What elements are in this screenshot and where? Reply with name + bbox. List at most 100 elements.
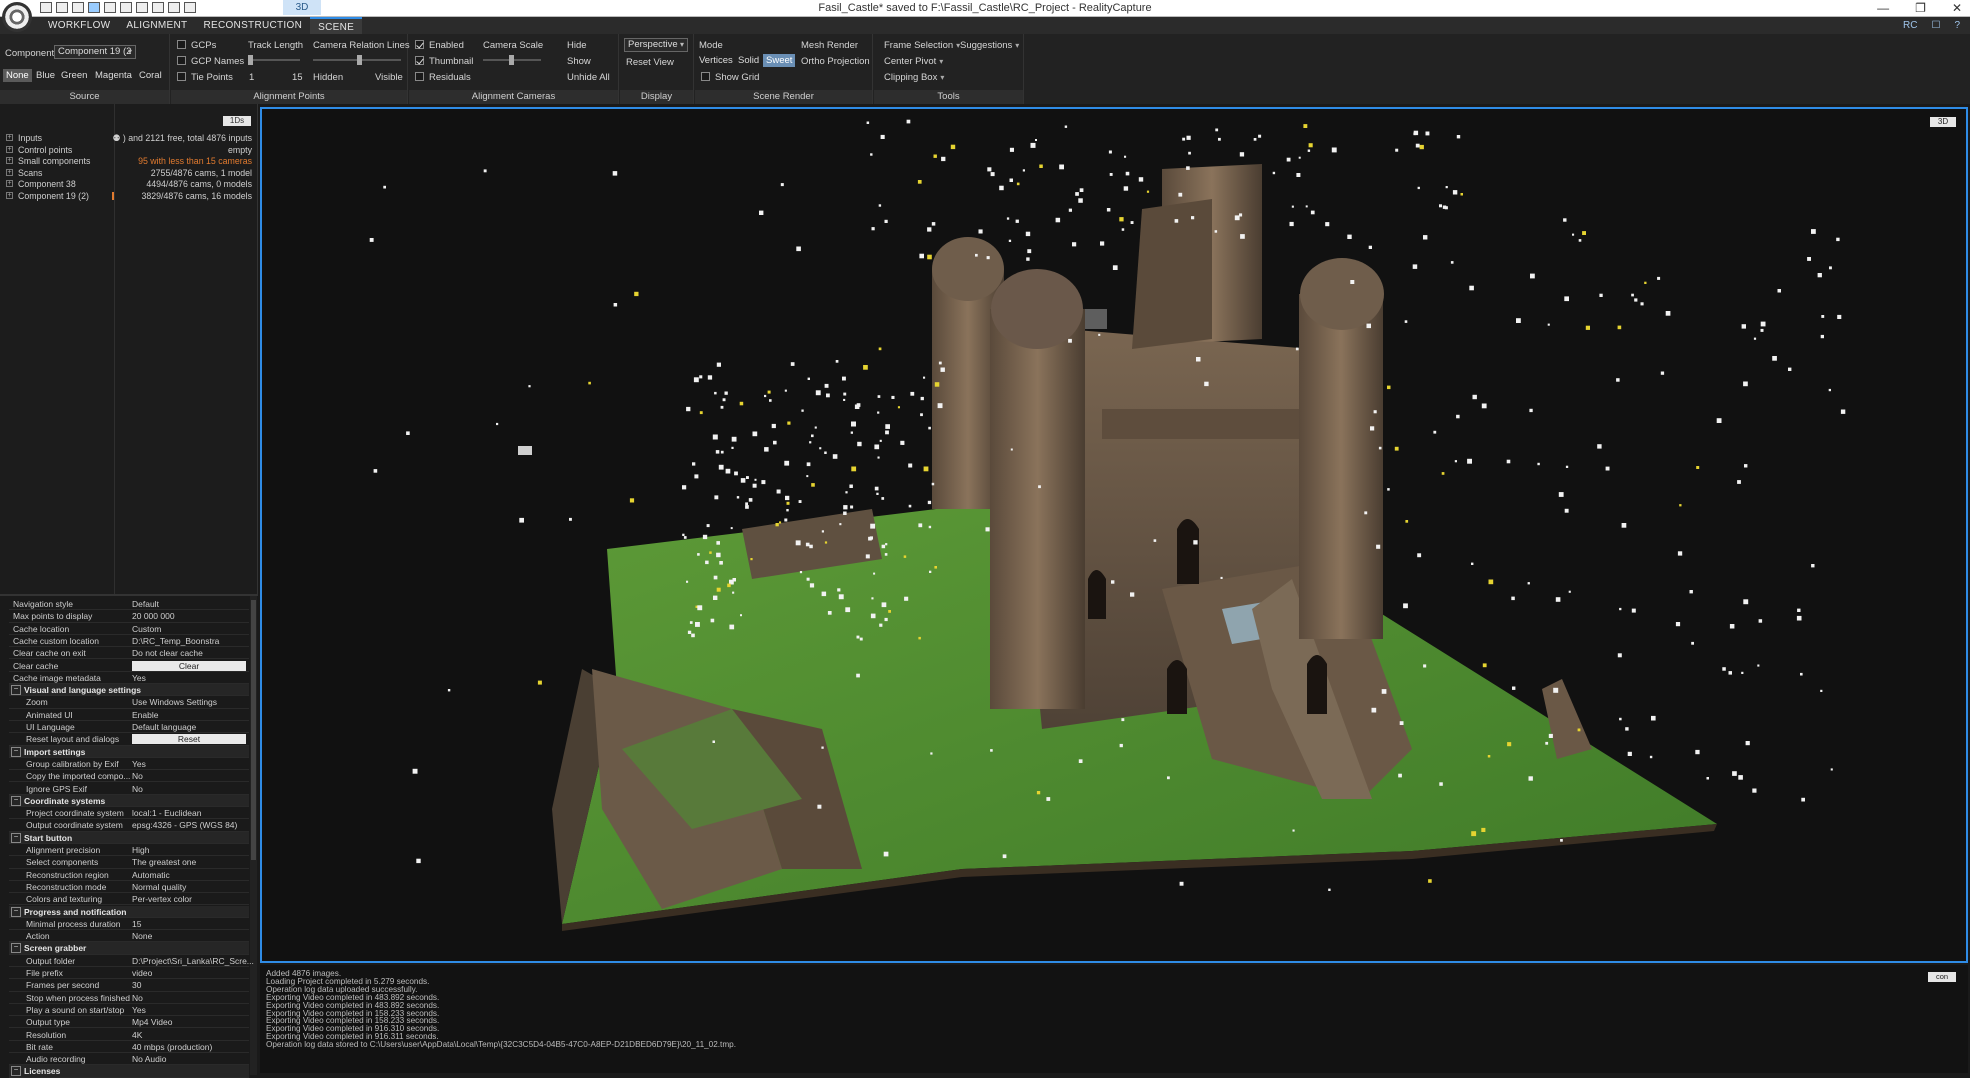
show-button[interactable]: Show xyxy=(567,56,591,67)
frame-selection-button[interactable]: Frame Selection▾ xyxy=(884,40,960,51)
3d-viewport[interactable]: 3D xyxy=(260,107,1968,963)
enabled-checkbox[interactable]: Enabled xyxy=(415,40,464,51)
setting-value[interactable]: High xyxy=(132,845,149,855)
color-blue-button[interactable]: Blue xyxy=(33,69,58,82)
setting-value[interactable]: Do not clear cache xyxy=(132,648,203,658)
setting-value[interactable]: Custom xyxy=(132,624,161,634)
settings-row[interactable]: Alignment precisionHigh xyxy=(9,844,249,856)
setting-value[interactable]: No xyxy=(132,771,143,781)
tree-item-scans[interactable]: +Scans2755/4876 cams, 1 model xyxy=(0,167,258,179)
setting-value[interactable]: 15 xyxy=(132,919,141,929)
color-magenta-button[interactable]: Magenta xyxy=(92,69,135,82)
gcps-checkbox[interactable]: GCPs xyxy=(177,40,216,51)
settings-row[interactable]: Reconstruction regionAutomatic xyxy=(9,869,249,881)
settings-section-header[interactable]: Screen grabber xyxy=(9,942,249,954)
settings-row[interactable]: Group calibration by ExifYes xyxy=(9,758,249,770)
setting-value[interactable]: Yes xyxy=(132,759,146,769)
clipping-box-button[interactable]: Clipping Box▾ xyxy=(884,72,944,83)
setting-value[interactable]: Normal quality xyxy=(132,882,186,892)
setting-value[interactable]: Default xyxy=(132,599,159,609)
show-grid-checkbox[interactable]: Show Grid xyxy=(701,72,759,83)
suggestions-button[interactable]: Suggestions▾ xyxy=(960,40,1019,51)
setting-value[interactable]: D:\Project\Sri_Lanka\RC_Scre... xyxy=(132,956,254,966)
settings-row[interactable]: Colors and texturingPer-vertex color xyxy=(9,893,249,905)
tab-reconstruction[interactable]: RECONSTRUCTION xyxy=(195,17,310,34)
settings-row[interactable]: Minimal process duration15 xyxy=(9,918,249,930)
rc-account-button[interactable]: RC xyxy=(1903,20,1917,31)
settings-row[interactable]: Navigation styleDefault xyxy=(9,598,249,610)
setting-value[interactable]: Yes xyxy=(132,1005,146,1015)
settings-row[interactable]: Clear cache on exitDo not clear cache xyxy=(9,647,249,659)
minimize-icon[interactable]: — xyxy=(1877,1,1889,15)
settings-row[interactable]: Stop when process finishedNo xyxy=(9,992,249,1004)
expand-icon[interactable]: + xyxy=(6,134,13,141)
tie-points-checkbox[interactable]: Tie Points xyxy=(177,72,233,83)
expand-icon[interactable]: + xyxy=(6,157,13,164)
tab-scene[interactable]: SCENE xyxy=(310,17,362,34)
mode-solid-button[interactable]: Solid xyxy=(735,54,762,67)
settings-row[interactable]: Bit rate40 mbps (production) xyxy=(9,1041,249,1053)
tree-panel-tag[interactable]: 1Ds xyxy=(223,116,251,126)
settings-row[interactable]: Ignore GPS ExifNo xyxy=(9,783,249,795)
thumbnail-checkbox[interactable]: Thumbnail xyxy=(415,56,473,67)
tree-item-small-components[interactable]: +Small components95 with less than 15 ca… xyxy=(0,155,258,167)
setting-value[interactable]: Use Windows Settings xyxy=(132,697,217,707)
residuals-checkbox[interactable]: Residuals xyxy=(415,72,471,83)
mode-sweet-button[interactable]: Sweet xyxy=(763,54,795,67)
setting-value[interactable]: 30 xyxy=(132,980,141,990)
setting-action-button[interactable]: Reset xyxy=(132,734,246,744)
setting-value[interactable]: No Audio xyxy=(132,1054,167,1064)
setting-action-button[interactable]: Clear xyxy=(132,661,246,671)
settings-row[interactable]: Cache custom locationD:\RC_Temp_Boonstra xyxy=(9,635,249,647)
settings-row[interactable]: File prefixvideo xyxy=(9,967,249,979)
scrollbar-thumb[interactable] xyxy=(251,600,256,860)
settings-section-header[interactable]: Coordinate systems xyxy=(9,795,249,807)
settings-section-header[interactable]: Visual and language settings xyxy=(9,684,249,696)
mode-vertices-button[interactable]: Vertices xyxy=(696,54,736,67)
setting-value[interactable]: D:\RC_Temp_Boonstra xyxy=(132,636,219,646)
color-none-button[interactable]: None xyxy=(3,69,32,82)
setting-value[interactable]: The greatest one xyxy=(132,857,196,867)
camera-relation-slider[interactable] xyxy=(313,59,401,61)
settings-row[interactable]: Play a sound on start/stopYes xyxy=(9,1004,249,1016)
unhide-all-button[interactable]: Unhide All xyxy=(567,72,610,83)
help-icon[interactable]: ? xyxy=(1954,20,1960,31)
settings-row[interactable]: Max points to display20 000 000 xyxy=(9,610,249,622)
settings-section-header[interactable]: Licenses xyxy=(9,1065,249,1077)
settings-row[interactable]: UI LanguageDefault language xyxy=(9,721,249,733)
expand-icon[interactable]: + xyxy=(6,146,13,153)
settings-row[interactable]: Output typeMp4 Video xyxy=(9,1016,249,1028)
settings-row[interactable]: Frames per second30 xyxy=(9,979,249,991)
window-icon[interactable]: ☐ xyxy=(1931,20,1940,31)
setting-value[interactable]: Default language xyxy=(132,722,196,732)
settings-row[interactable]: Resolution4K xyxy=(9,1029,249,1041)
app-logo-icon[interactable] xyxy=(2,2,32,32)
tree-item-component-38[interactable]: +Component 384494/4876 cams, 0 models xyxy=(0,178,258,190)
expand-icon[interactable]: + xyxy=(6,192,13,199)
settings-row[interactable]: Output coordinate systemepsg:4326 - GPS … xyxy=(9,819,249,831)
settings-row[interactable]: Cache image metadataYes xyxy=(9,672,249,684)
setting-value[interactable]: 20 000 000 xyxy=(132,611,175,621)
settings-row[interactable]: Select componentsThe greatest one xyxy=(9,856,249,868)
expand-icon[interactable]: + xyxy=(6,180,13,187)
settings-section-header[interactable]: Start button xyxy=(9,832,249,844)
close-icon[interactable]: ✕ xyxy=(1952,1,1962,15)
gcp-names-checkbox[interactable]: GCP Names xyxy=(177,56,244,67)
tab-alignment[interactable]: ALIGNMENT xyxy=(118,17,195,34)
color-coral-button[interactable]: Coral xyxy=(136,69,165,82)
reset-view-button[interactable]: Reset View xyxy=(626,57,674,68)
settings-section-header[interactable]: Progress and notification xyxy=(9,906,249,918)
setting-value[interactable]: Mp4 Video xyxy=(132,1017,172,1027)
projection-select[interactable]: Perspective xyxy=(624,38,688,52)
camera-scale-slider[interactable] xyxy=(483,59,541,61)
component-select[interactable]: Component 19 (2 xyxy=(54,45,136,59)
camera-scale-handle[interactable] xyxy=(509,55,514,65)
settings-row[interactable]: ZoomUse Windows Settings xyxy=(9,696,249,708)
settings-scrollbar[interactable] xyxy=(250,596,257,1075)
color-green-button[interactable]: Green xyxy=(58,69,90,82)
expand-icon[interactable]: + xyxy=(6,169,13,176)
setting-value[interactable]: epsg:4326 - GPS (WGS 84) xyxy=(132,820,237,830)
center-pivot-button[interactable]: Center Pivot▾ xyxy=(884,56,943,67)
track-length-handle[interactable] xyxy=(248,55,253,65)
setting-value[interactable]: video xyxy=(132,968,152,978)
